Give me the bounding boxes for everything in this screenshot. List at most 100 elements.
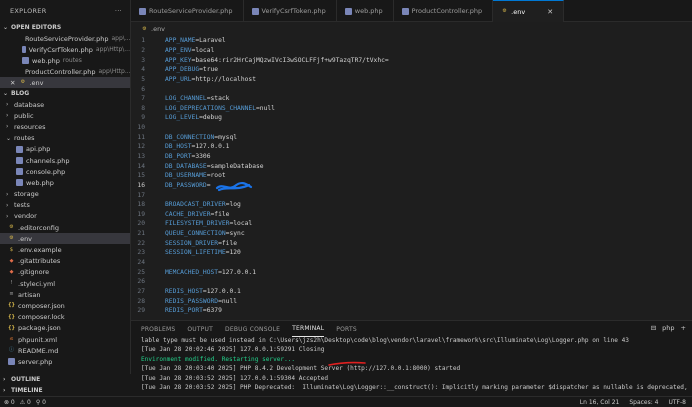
tree-item-api-php[interactable]: api.php <box>0 144 130 155</box>
tree-item-composer-lock[interactable]: {} composer.lock <box>0 312 130 323</box>
code-line[interactable]: 3 APP_KEY=base64:rir2HrCajMQzwIVcI3wSOCLF… <box>131 55 692 65</box>
line-content: CACHE_DRIVER=file <box>155 211 229 218</box>
errors-indicator[interactable]: ⊗ 0 <box>4 399 15 406</box>
terminal-shell-label[interactable]: php <box>662 324 674 332</box>
code-line[interactable]: 7 LOG_CHANNEL=stack <box>131 94 692 104</box>
warnings-indicator[interactable]: ⚠ 0 <box>20 399 31 406</box>
code-line[interactable]: 18 BROADCAST_DRIVER=log <box>131 200 692 210</box>
tab-productcontroller-php[interactable]: ProductController.php <box>394 0 494 22</box>
tree-item-tests[interactable]: › tests <box>0 200 130 211</box>
tree-item-env[interactable]: ⚙ .env <box>0 233 130 245</box>
tab-verifycsrftoken-php[interactable]: VerifyCsrfToken.php <box>244 0 337 22</box>
code-line[interactable]: 24 <box>131 258 692 268</box>
code-editor[interactable]: 1 APP_NAME=Laravel 2 APP_ENV=local 3 APP_KEY=… <box>131 36 692 320</box>
breadcrumb-file[interactable]: .env <box>151 25 165 33</box>
tree-item-gitattributes[interactable]: ◆ .gitattributes <box>0 256 130 267</box>
panel-tab-problems[interactable]: PROBLEMS <box>141 321 175 337</box>
breadcrumb[interactable]: ⚙ .env <box>131 23 692 35</box>
code-line[interactable]: 14 DB_DATABASE=sampleDatabase <box>131 161 692 171</box>
new-terminal-icon[interactable]: + <box>681 324 686 332</box>
tab-env[interactable]: ⚙ .env ✕ <box>493 0 565 22</box>
terminal-output[interactable]: lable type must be used instead in C:\Us… <box>131 337 692 393</box>
encoding[interactable]: UTF-8 <box>669 399 687 406</box>
env-key: REDIS_PASSWORD <box>165 297 219 305</box>
code-line[interactable]: 2 APP_ENV=local <box>131 46 692 56</box>
code-line[interactable]: 27 REDIS_HOST=127.0.0.1 <box>131 287 692 297</box>
line-content: DB_CONNECTION=mysql <box>155 134 237 141</box>
tree-item-label: storage <box>14 190 39 199</box>
ports-indicator[interactable]: ⚲ 0 <box>36 399 46 406</box>
open-editor-item[interactable]: ✕ ⚙ .env <box>0 77 130 88</box>
code-line[interactable]: 21 QUEUE_CONNECTION=sync <box>131 229 692 239</box>
code-line[interactable]: 28 REDIS_PASSWORD=null <box>131 296 692 306</box>
code-line[interactable]: 1 APP_NAME=Laravel <box>131 36 692 46</box>
explorer-title: EXPLORER <box>10 7 47 15</box>
tree-item-readme-md[interactable]: ⓘ README.md <box>0 345 130 356</box>
tree-item-server-php[interactable]: server.php <box>0 356 130 367</box>
tree-item-label: README.md <box>18 346 59 355</box>
tab-routeserviceprovider-php[interactable]: RouteServiceProvider.php <box>131 0 244 22</box>
code-line[interactable]: 26 <box>131 277 692 287</box>
code-line[interactable]: 4 APP_DEBUG=true <box>131 65 692 75</box>
tree-item-artisan[interactable]: ≡ artisan <box>0 289 130 300</box>
open-editors-section[interactable]: ⌄ OPEN EDITORS <box>0 22 130 33</box>
code-line[interactable]: 9 LOG_LEVEL=debug <box>131 113 692 123</box>
tree-item-phpunit-xml[interactable]: ≤ phpunit.xml <box>0 334 130 345</box>
tab-web-php[interactable]: web.php <box>337 0 394 22</box>
code-line[interactable]: 22 SESSION_DRIVER=file <box>131 238 692 248</box>
code-line[interactable]: 19 CACHE_DRIVER=file <box>131 210 692 220</box>
code-line[interactable]: 11 DB_CONNECTION=mysql <box>131 132 692 142</box>
tree-item-editorconfig[interactable]: ⚙ .editorconfig <box>0 222 130 233</box>
tree-item-package-json[interactable]: {} package.json <box>0 323 130 334</box>
close-icon[interactable]: ✕ <box>10 79 15 87</box>
tree-item-routes[interactable]: ⌄ routes <box>0 133 130 144</box>
code-line[interactable]: 6 <box>131 84 692 94</box>
code-line[interactable]: 12 DB_HOST=127.0.0.1 <box>131 142 692 152</box>
tree-item-channels-php[interactable]: channels.php <box>0 155 130 166</box>
open-editor-item[interactable]: ProductController.php app\Http... <box>0 66 130 77</box>
tree-item-console-php[interactable]: console.php <box>0 166 130 177</box>
panel-tab-ports[interactable]: PORTS <box>336 321 357 337</box>
open-editor-item[interactable]: web.php routes <box>0 55 130 66</box>
outline-section[interactable]: › OUTLINE <box>0 374 131 385</box>
line-number: 23 <box>137 249 145 257</box>
code-line[interactable]: 29 REDIS_PORT=6379 <box>131 306 692 316</box>
tree-item-vendor[interactable]: › vendor <box>0 211 130 222</box>
open-editor-item[interactable]: RouteServiceProvider.php app\... <box>0 33 130 44</box>
open-editor-item[interactable]: VerifyCsrfToken.php app\Http\... <box>0 44 130 55</box>
panel-tab-debug-console[interactable]: DEBUG CONSOLE <box>225 321 280 337</box>
panel-tab-terminal[interactable]: TERMINAL <box>292 321 325 337</box>
line-number: 5 <box>141 75 145 83</box>
code-line[interactable]: 23 SESSION_LIFETIME=120 <box>131 248 692 258</box>
cursor-position[interactable]: Ln 16, Col 21 <box>580 399 620 406</box>
line-number: 6 <box>141 85 145 93</box>
tree-item-resources[interactable]: › resources <box>0 121 130 132</box>
tree-item-label: .editorconfig <box>18 223 59 232</box>
code-line[interactable]: 5 APP_URL=http://localhost <box>131 75 692 85</box>
chevron-down-icon: ⌄ <box>3 90 9 97</box>
project-section[interactable]: ⌄ BLOG <box>0 88 130 99</box>
line-number: 18 <box>137 201 145 209</box>
code-line[interactable]: 13 DB_PORT=3306 <box>131 152 692 162</box>
close-icon[interactable]: ✕ <box>547 8 553 16</box>
code-line[interactable]: 20 FILESYSTEM_DRIVER=local <box>131 219 692 229</box>
tree-item-storage[interactable]: › storage <box>0 189 130 200</box>
tree-item-env-example[interactable]: $ .env.example <box>0 244 130 255</box>
code-line[interactable]: 8 LOG_DEPRECATIONS_CHANNEL=null <box>131 103 692 113</box>
xml-icon: ≤ <box>9 336 14 343</box>
open-editor-name: .env <box>29 78 44 87</box>
indentation[interactable]: Spaces: 4 <box>629 399 658 406</box>
code-line[interactable]: 15 DB_USERNAME=root <box>131 171 692 181</box>
code-line[interactable]: 25 MEMCACHED_HOST=127.0.0.1 <box>131 267 692 277</box>
tree-item-styleci-yml[interactable]: ! .styleci.yml <box>0 278 130 289</box>
tree-item-public[interactable]: › public <box>0 110 130 121</box>
tree-item-gitignore[interactable]: ◆ .gitignore <box>0 267 130 278</box>
more-actions-icon[interactable]: ··· <box>115 7 122 15</box>
code-line[interactable]: 10 <box>131 123 692 133</box>
timeline-section[interactable]: › TIMELINE <box>0 385 131 396</box>
line-number: 7 <box>141 95 145 103</box>
tree-item-database[interactable]: › database <box>0 99 130 110</box>
tree-item-web-php[interactable]: web.php <box>0 177 130 188</box>
panel-tab-output[interactable]: OUTPUT <box>187 321 213 337</box>
tree-item-composer-json[interactable]: {} composer.json <box>0 300 130 311</box>
